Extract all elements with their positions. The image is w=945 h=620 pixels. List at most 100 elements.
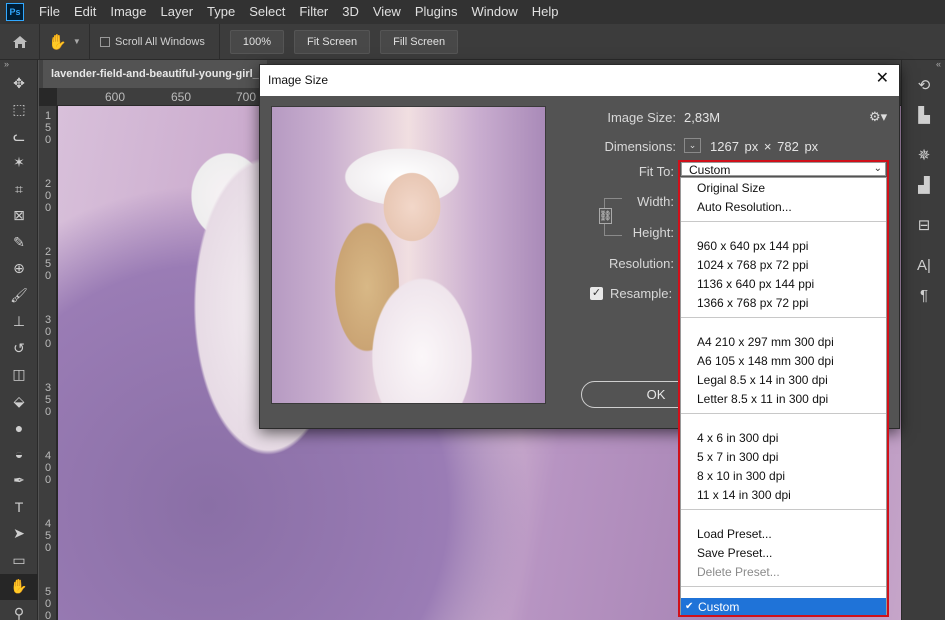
brush-icon[interactable]: 🖌 [0, 282, 38, 309]
menu-help[interactable]: Help [525, 0, 566, 24]
rectangle-icon[interactable]: ▭ [0, 547, 38, 574]
ruler-tick-label: 5 [44, 394, 52, 406]
dropdown-option[interactable]: A6 105 x 148 mm 300 dpi [697, 354, 834, 369]
zoom-icon[interactable]: ⚲ [0, 600, 38, 620]
dropdown-option[interactable]: 8 x 10 in 300 dpi [697, 469, 785, 484]
dropdown-option-custom[interactable]: ✔ Custom [681, 598, 886, 616]
menu-view[interactable]: View [366, 0, 408, 24]
ruler-tick-label: 700 [236, 90, 257, 104]
ruler-tick-label: 0 [44, 598, 52, 610]
swatches-icon[interactable]: ▙ [902, 100, 945, 130]
path-select-icon[interactable]: ➤ [0, 521, 38, 548]
menu-edit[interactable]: Edit [67, 0, 103, 24]
panel-separator [902, 130, 945, 140]
history-brush-icon[interactable]: ↺ [0, 335, 38, 362]
paint-bucket-icon[interactable]: ⬙ [0, 388, 38, 415]
home-button[interactable] [0, 23, 40, 60]
dropdown-option[interactable]: Legal 8.5 x 14 in 300 dpi [697, 373, 828, 388]
history-icon[interactable]: ⟲ [902, 70, 945, 100]
fit-to-dropdown[interactable]: Custom ⌄ [681, 162, 886, 177]
adjustments-icon[interactable]: ✵ [902, 140, 945, 170]
tool-preset-picker[interactable]: ✋ ▼ [40, 23, 90, 60]
eyedropper-icon[interactable]: ✎ [0, 229, 38, 256]
frame-icon[interactable]: ⊠ [0, 203, 38, 230]
dropdown-option[interactable]: 11 x 14 in 300 dpi [697, 488, 791, 503]
dropdown-option[interactable]: Letter 8.5 x 11 in 300 dpi [697, 392, 828, 407]
menu-image[interactable]: Image [103, 0, 153, 24]
character-icon[interactable]: A| [902, 250, 945, 280]
dimensions-unit-dropdown[interactable]: ⌄ [684, 138, 701, 153]
properties-icon[interactable]: ⊟ [902, 210, 945, 240]
marquee-icon[interactable]: ⬚ [0, 97, 38, 124]
ruler-tick-label: 1 [44, 110, 52, 122]
lasso-icon[interactable]: ᓚ [0, 123, 38, 150]
dropdown-option[interactable]: Load Preset... [697, 527, 772, 542]
vertical-ruler: 150200250300350400450500 [39, 106, 57, 620]
scroll-all-windows-checkbox[interactable]: Scroll All Windows [90, 23, 220, 60]
move-icon[interactable]: ✥ [0, 70, 38, 97]
panel-dock: « ⟲ ▙ ✵ ▟ ⊟ A| ¶ [901, 60, 945, 620]
dropdown-option: Delete Preset... [697, 565, 780, 579]
ruler-tick-label: 2 [44, 178, 52, 190]
resample-checkbox[interactable]: ✓ [590, 287, 603, 300]
blur-icon[interactable]: ● [0, 415, 38, 442]
menu-window[interactable]: Window [464, 0, 524, 24]
collapse-panels-icon[interactable]: « [902, 60, 945, 70]
ruler-tick-label: 0 [44, 326, 52, 338]
close-icon[interactable]: ✕ [876, 70, 889, 88]
collapse-toolbar-icon[interactable]: » [0, 60, 37, 70]
paragraph-icon[interactable]: ¶ [902, 280, 945, 310]
dropdown-option[interactable]: 5 x 7 in 300 dpi [697, 450, 778, 465]
ruler-tick-label: 5 [44, 586, 52, 598]
dropdown-option[interactable]: 960 x 640 px 144 ppi [697, 239, 808, 254]
type-icon[interactable]: T [0, 494, 38, 521]
menu-filter[interactable]: Filter [292, 0, 335, 24]
dropdown-option-label: Custom [698, 600, 740, 614]
menu-select[interactable]: Select [242, 0, 292, 24]
dropdown-option[interactable]: Original Size [697, 181, 765, 196]
dodge-icon[interactable]: ◒ [0, 441, 38, 468]
dropdown-separator [681, 509, 886, 510]
crop-icon[interactable]: ⌗ [0, 176, 38, 203]
photoshop-logo: Ps [6, 3, 24, 21]
resolution-label: Resolution: [608, 256, 674, 271]
menu-file[interactable]: File [32, 0, 67, 24]
stamp-icon[interactable]: ⊥ [0, 309, 38, 336]
dropdown-separator [681, 413, 886, 414]
histogram-icon[interactable]: ▟ [902, 170, 945, 200]
zoom-100-button[interactable]: 100% [229, 29, 284, 54]
height-label: Height: [632, 225, 674, 240]
dropdown-option[interactable]: Save Preset... [697, 546, 772, 561]
dropdown-option[interactable]: Auto Resolution... [697, 200, 792, 215]
healing-icon[interactable]: ⊕ [0, 256, 38, 283]
checkmark-icon: ✔ [685, 601, 694, 612]
hand-icon[interactable]: ✋ [0, 573, 38, 600]
dimensions-width: 1267 [710, 139, 739, 154]
pen-icon[interactable]: ✒ [0, 468, 38, 495]
dimensions-value: 1267 px × 782 px [710, 139, 818, 154]
menu-3d[interactable]: 3D [335, 0, 366, 24]
fill-screen-button[interactable]: Fill Screen [380, 29, 459, 54]
image-preview[interactable] [271, 106, 546, 404]
dimensions-height: 782 [777, 139, 799, 154]
gear-icon[interactable]: ⚙▾ [869, 109, 887, 125]
dropdown-option[interactable]: A4 210 x 297 mm 300 dpi [697, 335, 834, 350]
eraser-icon[interactable]: ◫ [0, 362, 38, 389]
magic-wand-icon[interactable]: ✶ [0, 150, 38, 177]
menu-layer[interactable]: Layer [154, 0, 201, 24]
dropdown-option[interactable]: 1366 x 768 px 72 ppi [697, 296, 808, 311]
ruler-tick-label: 3 [44, 314, 52, 326]
document-tab[interactable]: lavender-field-and-beautiful-young-girl_ [43, 60, 267, 88]
menu-type[interactable]: Type [200, 0, 242, 24]
ruler-tick-label: 0 [44, 610, 52, 620]
image-size-label: Image Size: [607, 110, 676, 125]
fit-screen-button[interactable]: Fit Screen [294, 29, 371, 54]
dropdown-option[interactable]: 4 x 6 in 300 dpi [697, 431, 778, 446]
menu-plugins[interactable]: Plugins [408, 0, 465, 24]
chain-link-icon[interactable]: ⛓ [599, 208, 612, 224]
dropdown-option[interactable]: 1136 x 640 px 144 ppi [697, 277, 814, 292]
dropdown-option[interactable]: 1024 x 768 px 72 ppi [697, 258, 808, 273]
ruler-tick-label: 0 [44, 270, 52, 282]
ruler-tick-label: 0 [44, 406, 52, 418]
ruler-tick-label: 0 [44, 202, 52, 214]
